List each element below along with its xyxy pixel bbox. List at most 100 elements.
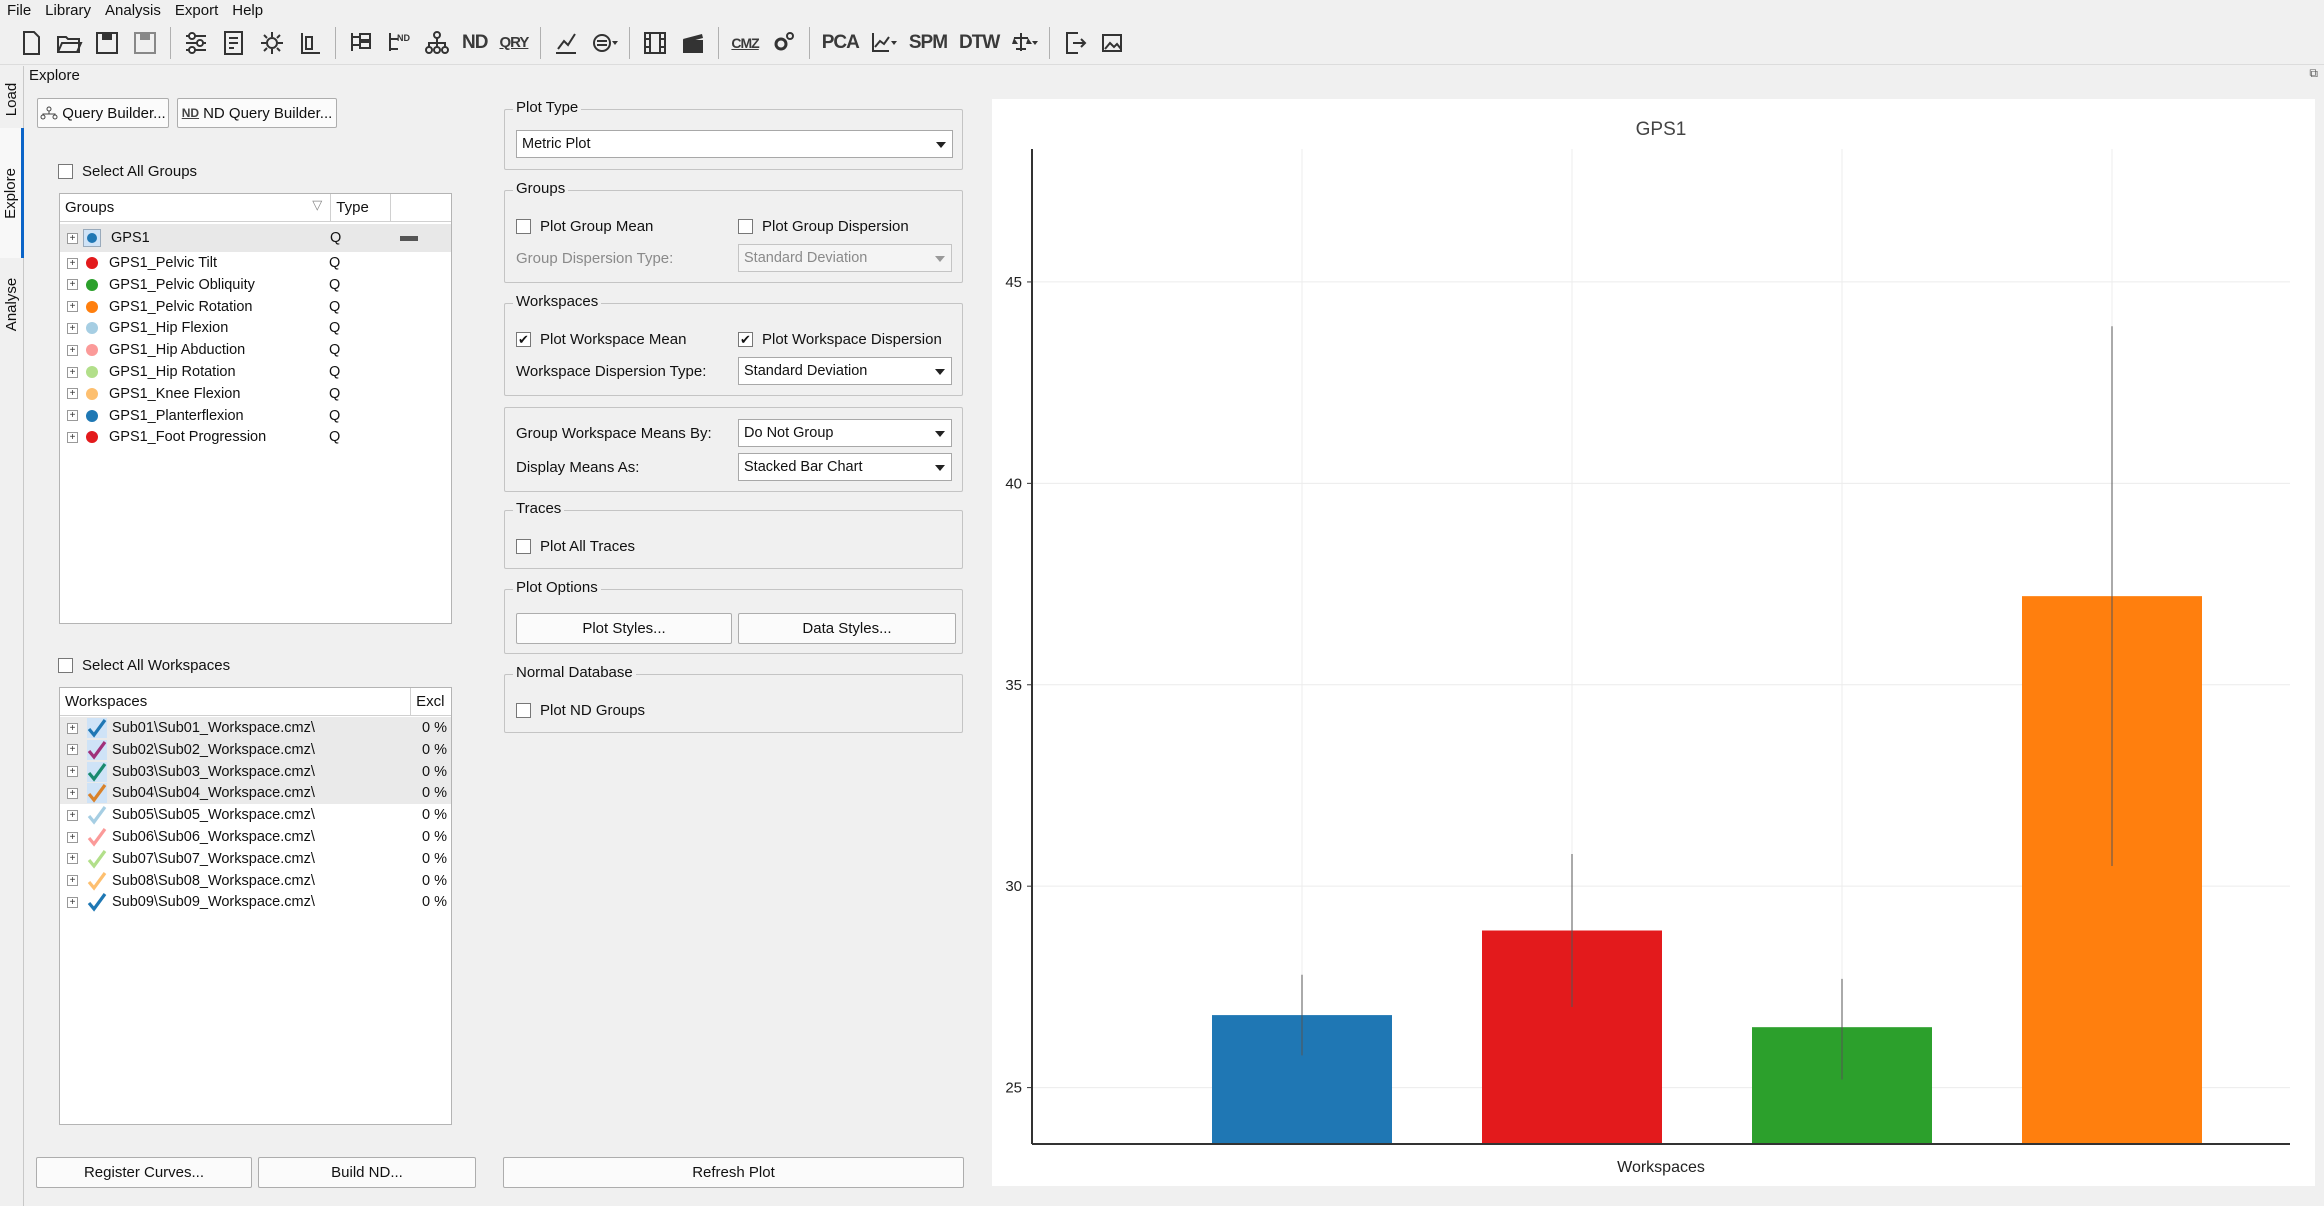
workspace-dispersion-type-combo[interactable]: Standard Deviation <box>738 357 952 385</box>
film-icon[interactable] <box>638 26 672 60</box>
select-all-workspaces-checkbox[interactable]: Select All Workspaces <box>58 657 230 674</box>
open-folder-icon[interactable] <box>52 26 86 60</box>
filter-icon[interactable]: ▽ <box>312 197 322 213</box>
plot-workspace-dispersion-checkbox[interactable]: ✔ Plot Workspace Dispersion <box>738 331 942 348</box>
line-chart-dropdown-icon[interactable] <box>867 26 901 60</box>
save-icon[interactable] <box>90 26 124 60</box>
type-column-header[interactable]: Type <box>331 194 392 221</box>
tree-icon[interactable] <box>344 26 378 60</box>
expand-icon[interactable]: + <box>67 257 78 269</box>
tab-analyse[interactable]: Analyse <box>0 262 24 346</box>
expand-icon[interactable]: + <box>67 322 78 334</box>
expand-icon[interactable]: + <box>67 366 78 378</box>
select-all-groups-checkbox[interactable]: Select All Groups <box>58 163 197 180</box>
excl-column-header[interactable]: Excl <box>411 688 451 715</box>
plot-group-dispersion-checkbox[interactable]: Plot Group Dispersion <box>738 218 909 235</box>
menu-library[interactable]: Library <box>38 2 98 19</box>
qry-button[interactable]: QRY <box>495 26 532 60</box>
workspace-row[interactable]: + Sub01\Sub01_Workspace.cmz\ 0 % <box>60 717 451 739</box>
workspace-row[interactable]: + Sub03\Sub03_Workspace.cmz\ 0 % <box>60 760 451 783</box>
menu-analysis[interactable]: Analysis <box>98 2 168 19</box>
plot-group-mean-checkbox[interactable]: Plot Group Mean <box>516 218 653 235</box>
data-styles-button[interactable]: Data Styles... <box>738 613 956 644</box>
plot-styles-button[interactable]: Plot Styles... <box>516 613 732 644</box>
nd-query-builder-button[interactable]: ND ND Query Builder... <box>177 98 337 128</box>
group-row[interactable]: + GPS1_Foot Progression Q <box>60 426 451 448</box>
report-icon[interactable] <box>217 26 251 60</box>
refresh-plot-button[interactable]: Refresh Plot <box>503 1157 964 1188</box>
workspace-row[interactable]: + Sub08\Sub08_Workspace.cmz\ 0 % <box>60 870 451 892</box>
cmz-button[interactable]: CMZ <box>727 26 762 60</box>
build-nd-button[interactable]: Build ND... <box>258 1157 476 1188</box>
edit-chart-icon[interactable] <box>549 26 583 60</box>
workspaces-column-header[interactable]: Workspaces <box>60 688 412 715</box>
group-row[interactable]: + GPS1_Hip Rotation Q <box>60 361 451 383</box>
expand-icon[interactable]: + <box>67 744 78 756</box>
metric-plot[interactable]: 25 30 35 40 45 GPS1 Workspaces <box>992 99 2315 1186</box>
group-row[interactable]: + GPS1_Pelvic Obliquity Q <box>60 274 451 296</box>
gears-icon[interactable] <box>767 26 801 60</box>
expand-icon[interactable]: + <box>67 787 78 799</box>
expand-icon[interactable]: + <box>67 344 78 356</box>
expand-icon[interactable]: + <box>67 809 78 821</box>
query-builder-button[interactable]: Query Builder... <box>37 98 169 128</box>
workspace-row[interactable]: + Sub02\Sub02_Workspace.cmz\ 0 % <box>60 738 451 761</box>
menu-export[interactable]: Export <box>168 2 225 19</box>
group-by-combo[interactable]: Do Not Group <box>738 419 952 447</box>
expand-icon[interactable]: + <box>67 722 78 734</box>
settings-sliders-icon[interactable] <box>179 26 213 60</box>
expand-icon[interactable]: + <box>67 301 78 313</box>
tab-explore[interactable]: Explore <box>0 128 24 258</box>
expand-icon[interactable]: + <box>67 232 78 244</box>
group-dispersion-type-combo[interactable]: Standard Deviation <box>738 244 952 272</box>
expand-icon[interactable]: + <box>67 831 78 843</box>
group-row[interactable]: + GPS1 Q <box>60 224 451 252</box>
dtw-button[interactable]: DTW <box>955 26 1003 60</box>
menu-help[interactable]: Help <box>225 2 270 19</box>
expand-icon[interactable]: + <box>67 896 78 908</box>
plot-type-combo[interactable]: Metric Plot <box>516 130 953 158</box>
expand-icon[interactable]: + <box>67 279 78 291</box>
workspace-row[interactable]: + Sub06\Sub06_Workspace.cmz\ 0 % <box>60 826 451 848</box>
plot-nd-groups-checkbox[interactable]: Plot ND Groups <box>516 702 645 719</box>
workspace-row[interactable]: + Sub07\Sub07_Workspace.cmz\ 0 % <box>60 848 451 870</box>
groups-tree[interactable]: Groups ▽ Type + GPS1 Q + GPS1_Pelvic Tilt Q… <box>59 193 452 624</box>
group-row[interactable]: + GPS1_Planterflexion Q <box>60 405 451 427</box>
export-icon[interactable] <box>1058 26 1092 60</box>
expand-icon[interactable]: + <box>67 431 78 443</box>
group-row[interactable]: + GPS1_Pelvic Rotation Q <box>60 296 451 318</box>
save-as-icon[interactable] <box>128 26 162 60</box>
hierarchy-icon[interactable] <box>420 26 454 60</box>
expand-icon[interactable]: + <box>67 853 78 865</box>
export-image-icon[interactable] <box>1096 26 1130 60</box>
plot-all-traces-checkbox[interactable]: Plot All Traces <box>516 538 635 555</box>
new-file-icon[interactable] <box>14 26 48 60</box>
workspace-row[interactable]: + Sub09\Sub09_Workspace.cmz\ 0 % <box>60 891 451 913</box>
expand-icon[interactable]: + <box>67 766 78 778</box>
pca-button[interactable]: PCA <box>818 26 863 60</box>
groups-column-header[interactable]: Groups ▽ <box>60 194 332 221</box>
undock-icon[interactable]: ⧉ <box>2309 66 2318 81</box>
expand-icon[interactable]: + <box>67 410 78 422</box>
measure-icon[interactable] <box>293 26 327 60</box>
style-dropdown-icon[interactable] <box>587 26 621 60</box>
tree-nd-icon[interactable]: ND <box>382 26 416 60</box>
pipeline-gear-icon[interactable] <box>255 26 289 60</box>
workspace-row[interactable]: + Sub05\Sub05_Workspace.cmz\ 0 % <box>60 804 451 826</box>
nd-button[interactable]: ND <box>458 26 491 60</box>
plot-workspace-mean-checkbox[interactable]: ✔ Plot Workspace Mean <box>516 331 686 348</box>
menu-file[interactable]: File <box>0 2 38 19</box>
register-curves-button[interactable]: Register Curves... <box>36 1157 252 1188</box>
clapper-icon[interactable] <box>676 26 710 60</box>
group-row[interactable]: + GPS1_Hip Flexion Q <box>60 317 451 339</box>
group-row[interactable]: + GPS1_Hip Abduction Q <box>60 339 451 361</box>
display-as-combo[interactable]: Stacked Bar Chart <box>738 453 952 481</box>
expand-icon[interactable]: + <box>67 875 78 887</box>
spm-button[interactable]: SPM <box>905 26 951 60</box>
workspace-row[interactable]: + Sub04\Sub04_Workspace.cmz\ 0 % <box>60 782 451 805</box>
group-row[interactable]: + GPS1_Pelvic Tilt Q <box>60 252 451 274</box>
group-row[interactable]: + GPS1_Knee Flexion Q <box>60 383 451 405</box>
remove-icon[interactable] <box>400 235 418 241</box>
expand-icon[interactable]: + <box>67 388 78 400</box>
tab-load[interactable]: Load <box>0 72 24 126</box>
